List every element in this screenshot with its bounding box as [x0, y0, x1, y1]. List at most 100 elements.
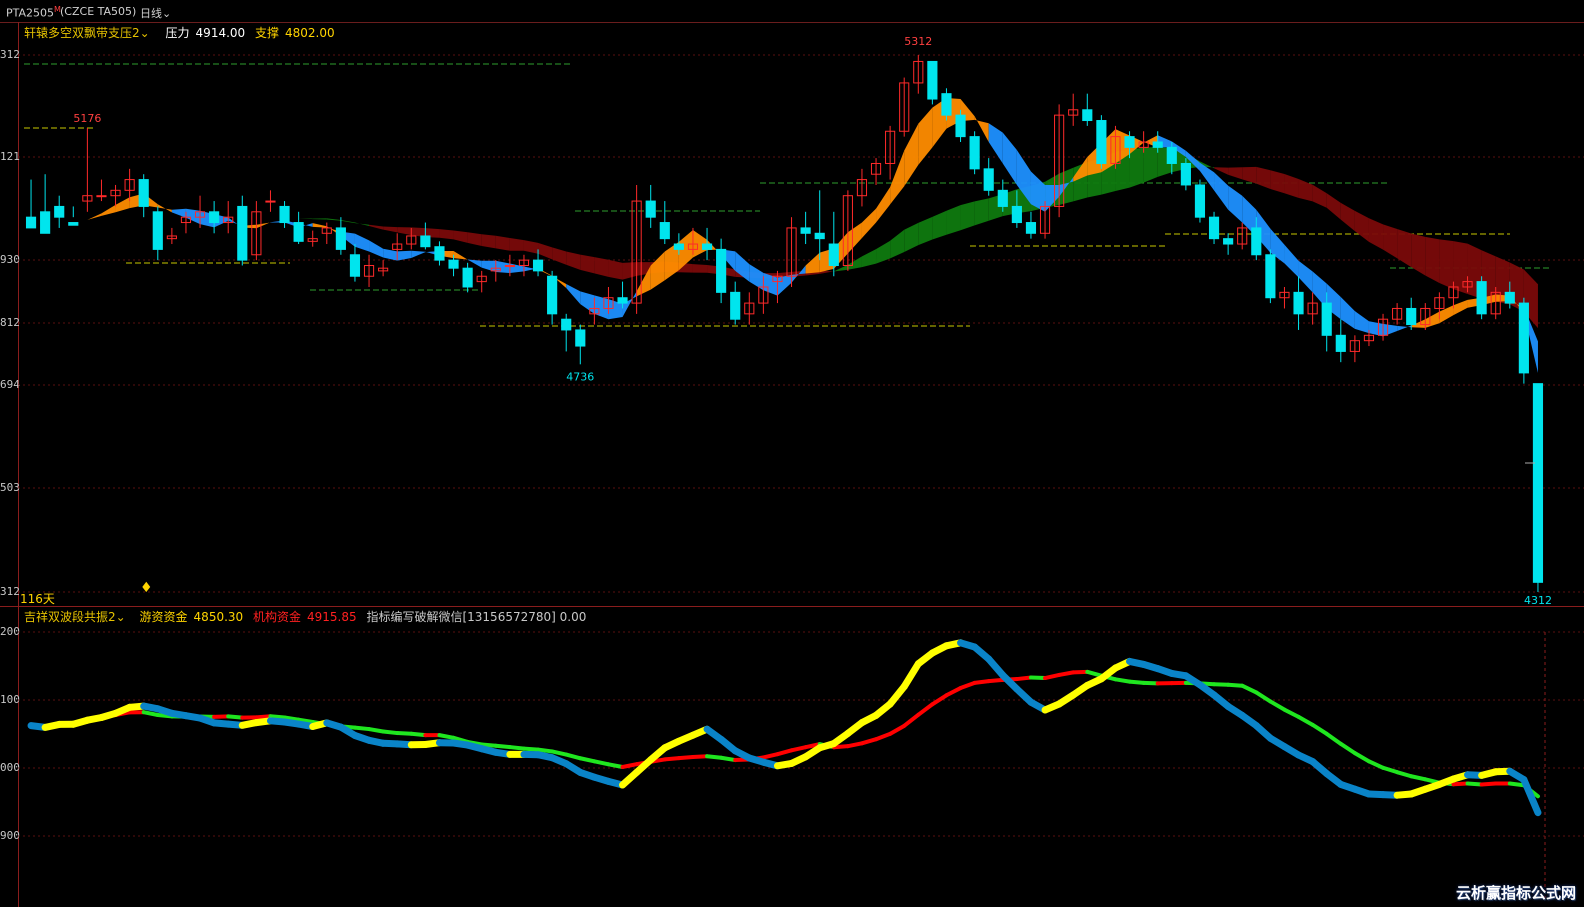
oscillator-slow [874, 731, 893, 742]
ribbon-slow [1340, 202, 1355, 232]
candle-body [265, 200, 276, 203]
ribbon-fast [890, 150, 905, 205]
candle-body [1335, 334, 1346, 352]
low-label: 4312 [1524, 594, 1552, 607]
ribbon-slow [1214, 167, 1229, 175]
candle-body [561, 318, 572, 331]
oscillator-slow [789, 745, 808, 753]
oscillator-slow [1409, 774, 1428, 782]
candle-body [279, 205, 290, 224]
oscillator-slow [1085, 669, 1104, 678]
oscillator-slow [916, 702, 935, 717]
candle-body [25, 216, 37, 229]
candle-body [701, 243, 713, 250]
oscillator-fast [900, 660, 922, 691]
ribbon-fast [805, 252, 820, 274]
candle-body [1096, 120, 1107, 164]
candle-body [152, 211, 163, 250]
ribbon-fast [87, 213, 102, 220]
candle-body [828, 243, 839, 267]
diamond-icon: ♦ [140, 580, 153, 596]
ribbon-fast [1439, 305, 1454, 324]
candle-body [1180, 162, 1191, 186]
oscillator-slow [1127, 679, 1146, 685]
oscillator-slow [1141, 680, 1160, 686]
oscillator-slow [845, 741, 864, 749]
oscillator-slow [564, 752, 583, 761]
ribbon-slow [326, 218, 341, 221]
oscillator-slow [719, 755, 738, 763]
oscillator-slow [859, 737, 879, 746]
ribbon-slow [1129, 147, 1144, 188]
candle-body [547, 275, 558, 315]
ribbon-fast [988, 123, 1003, 164]
ribbon-fast [171, 208, 186, 218]
ribbon-slow [523, 240, 539, 254]
oscillator-slow [268, 714, 287, 720]
ribbon-slow [566, 251, 581, 270]
ribbon-fast [594, 295, 609, 320]
candle-body [1265, 254, 1276, 299]
ribbon-fast [904, 123, 919, 187]
candle-body [1082, 109, 1093, 122]
ribbon-fast [1453, 299, 1468, 316]
ribbon-fast [481, 260, 496, 272]
oscillator-slow [690, 754, 710, 759]
candle-body [293, 222, 304, 242]
oscillator-slow [592, 759, 611, 767]
candle-body [1532, 383, 1544, 583]
ribbon-fast [749, 264, 764, 291]
oscillator-slow [606, 762, 625, 769]
oscillator-slow [1366, 759, 1386, 770]
oscillator-slow [1071, 669, 1090, 675]
ribbon-slow [692, 264, 708, 273]
oscillator-slow [986, 677, 1005, 684]
ribbon-slow [481, 234, 496, 249]
ribbon-slow [622, 262, 637, 280]
candle-body [335, 227, 346, 250]
candle-body [434, 246, 445, 261]
ribbon-slow [538, 242, 553, 260]
ribbon-fast [312, 223, 327, 228]
ribbon-slow [312, 218, 327, 220]
candle-body [716, 248, 727, 293]
oscillator-slow [1240, 683, 1259, 695]
candle-body [1166, 146, 1177, 164]
high-label: 5176 [73, 112, 101, 125]
candle-body [1011, 205, 1022, 224]
ribbon-fast [397, 250, 412, 261]
ribbon-slow [1453, 241, 1468, 294]
candle-body [68, 222, 79, 226]
candle-body [504, 265, 515, 268]
candle-body [1293, 291, 1304, 315]
candle-body [575, 329, 586, 347]
candle-body [1321, 302, 1332, 336]
ribbon-slow [397, 227, 412, 236]
oscillator-slow [507, 745, 526, 751]
oscillator-slow [1451, 781, 1470, 787]
oscillator-slow [1395, 770, 1414, 779]
ribbon-slow [1439, 239, 1454, 290]
oscillator-slow [1014, 675, 1033, 682]
high-label: 5312 [904, 35, 932, 48]
candle-body [1194, 184, 1206, 218]
oscillator-slow [352, 725, 372, 732]
ribbon-slow [467, 232, 482, 247]
candle-body [420, 235, 431, 248]
ribbon-slow [1298, 179, 1313, 202]
price-chart[interactable]: 5176 5312 4736 4312 [0, 0, 1584, 907]
oscillator-slow [578, 756, 597, 764]
ribbon-slow [1397, 228, 1412, 268]
ribbon-slow [369, 224, 384, 230]
candle-body [969, 136, 980, 170]
oscillator-slow [226, 714, 245, 720]
ribbon-slow [847, 256, 862, 270]
oscillator-slow [1310, 722, 1329, 736]
ribbon-fast [101, 204, 116, 216]
oscillator-slow [1226, 682, 1245, 688]
candle-body [1406, 307, 1417, 326]
ribbon-slow [1256, 166, 1271, 189]
oscillator-slow [212, 714, 231, 719]
candle-body [1223, 238, 1234, 245]
oscillator-slow [1028, 675, 1048, 681]
